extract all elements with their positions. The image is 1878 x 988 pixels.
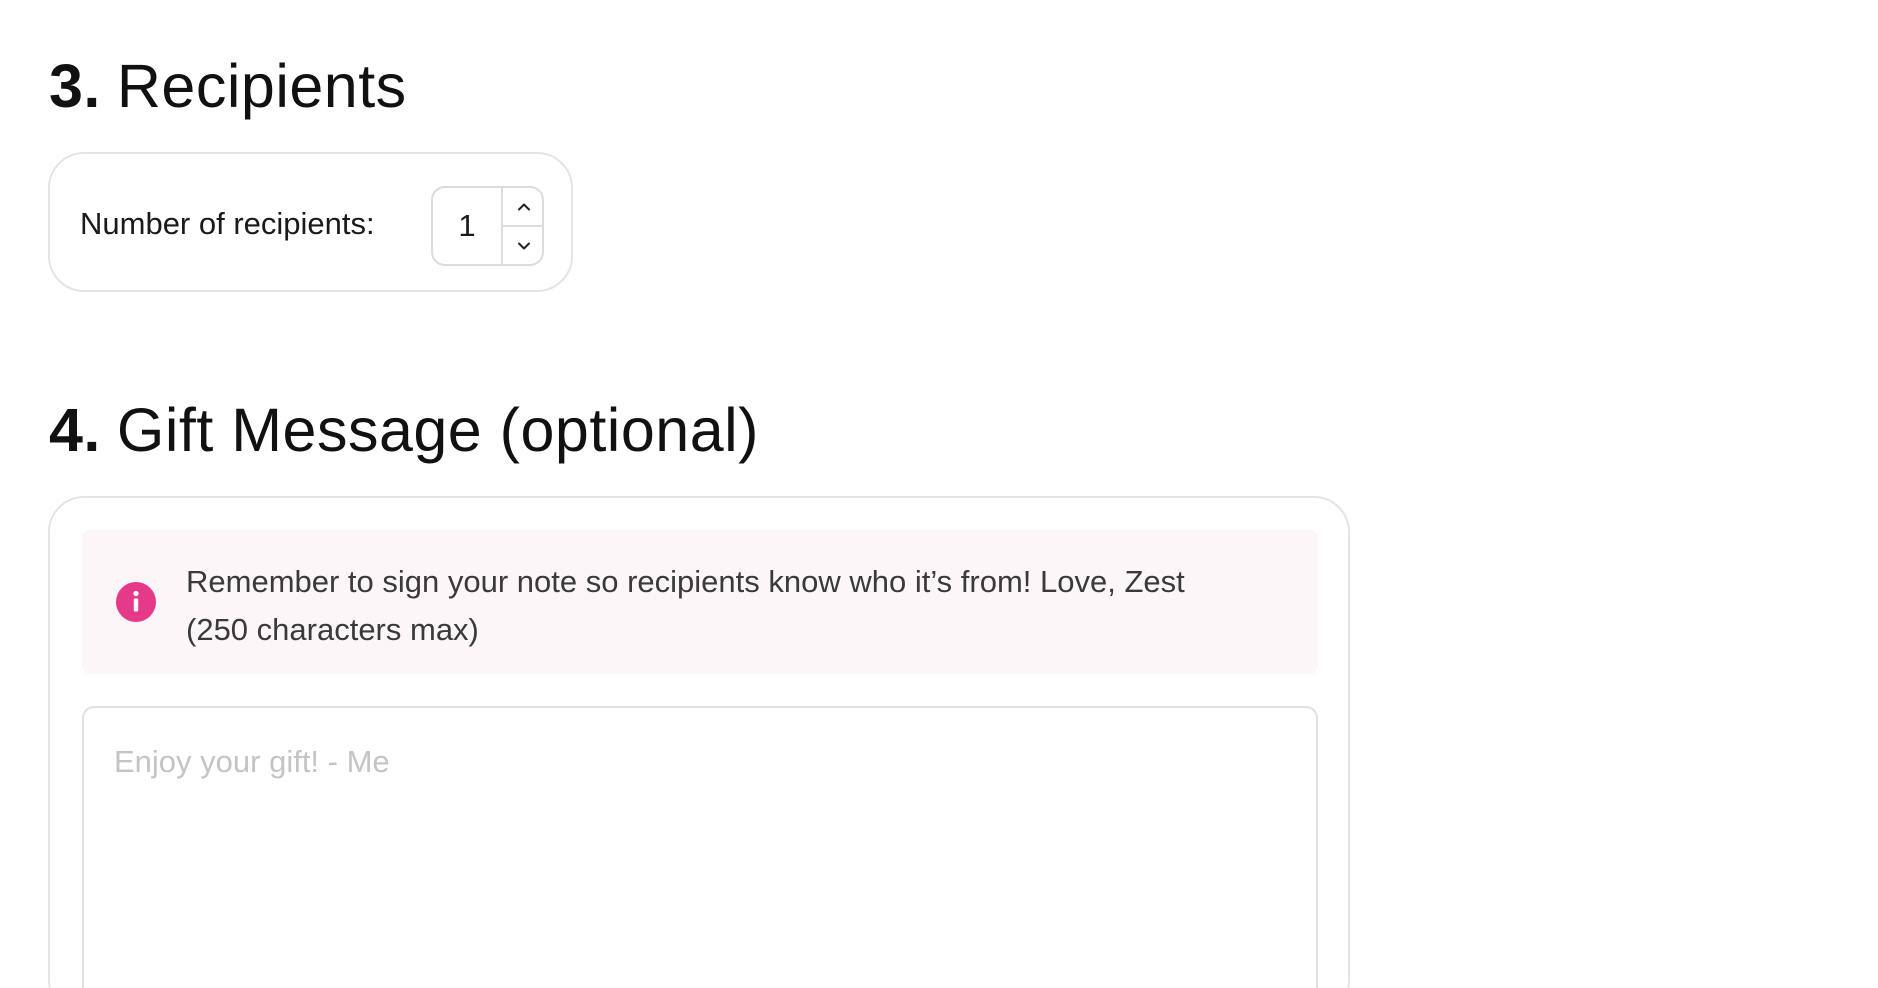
info-icon — [116, 582, 156, 622]
recipients-title: Recipients — [116, 52, 407, 120]
recipients-stepper: 1 — [431, 186, 544, 266]
info-message-line: Remember to sign your note so recipients… — [186, 564, 1185, 599]
gift-message-card: Remember to sign your note so recipients… — [48, 496, 1350, 988]
checkout-page: 3. Recipients Number of recipients: 1 4. G… — [0, 0, 1878, 988]
character-limit-note: (250 characters max) — [186, 612, 479, 647]
increment-button[interactable] — [503, 188, 542, 225]
recipients-step-number: 3. — [49, 52, 101, 120]
chevron-down-icon — [517, 242, 530, 249]
recipients-count-input[interactable]: 1 — [433, 188, 501, 264]
info-message: Remember to sign your note so recipients… — [186, 558, 1276, 654]
chevron-up-icon — [517, 203, 530, 210]
recipients-count-label: Number of recipients: — [80, 206, 375, 241]
gift-message-input[interactable] — [82, 706, 1318, 988]
recipients-heading: 3. Recipients — [49, 56, 407, 117]
gift-message-step-number: 4. — [49, 396, 101, 464]
decrement-button[interactable] — [503, 227, 542, 264]
info-banner: Remember to sign your note so recipients… — [82, 530, 1318, 674]
gift-message-title: Gift Message (optional) — [116, 396, 759, 464]
gift-message-heading: 4. Gift Message (optional) — [49, 400, 759, 461]
recipients-card: Number of recipients: 1 — [48, 152, 573, 292]
